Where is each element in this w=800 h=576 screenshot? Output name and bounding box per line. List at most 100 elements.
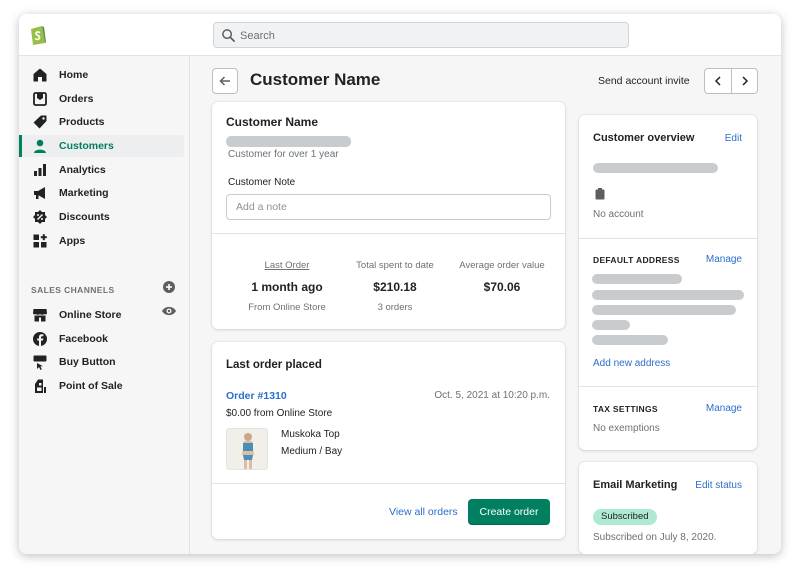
arrow-left-icon (219, 76, 230, 86)
point-of-sale-icon (35, 379, 46, 393)
customer-name: Customer Name (226, 115, 319, 129)
customer-overview-title: Customer overview (593, 132, 695, 144)
address-line-placeholder (592, 305, 736, 315)
last-order-link[interactable]: Last Order (232, 260, 342, 271)
customer-pager (704, 68, 758, 94)
divider (212, 233, 565, 234)
sidebar-item-home[interactable]: Home (19, 64, 184, 86)
edit-overview-link[interactable]: Edit (725, 133, 742, 144)
view-all-orders-link[interactable]: View all orders (389, 506, 458, 518)
sidebar-item-analytics[interactable]: Analytics (19, 159, 184, 181)
top-bar (19, 14, 781, 56)
address-line-placeholder (592, 274, 682, 284)
back-button[interactable] (212, 68, 238, 94)
app-window: Home Orders Products Customers Analytics… (19, 14, 781, 554)
sidebar-item-products[interactable]: Products (19, 111, 184, 133)
tax-exemptions: No exemptions (593, 423, 660, 434)
average-order-label: Average order value (459, 260, 545, 271)
sidebar-item-buy-button[interactable]: Buy Button (19, 351, 184, 373)
last-order-card: Last order placed Order #1310 Oct. 5, 20… (212, 342, 565, 539)
megaphone-icon (34, 187, 45, 199)
chevron-left-icon (714, 76, 721, 86)
sidebar-item-label: Online Store (59, 309, 122, 321)
product-variant: Medium / Bay (281, 446, 343, 457)
sidebar-item-label: Customers (59, 140, 114, 152)
order-number-link[interactable]: Order #1310 (226, 390, 287, 402)
divider (579, 238, 757, 239)
subscribed-date: Subscribed on July 8, 2020. (593, 532, 717, 543)
average-order-value: $70.06 (483, 280, 521, 294)
order-count: 3 orders (377, 302, 413, 313)
sidebar: Home Orders Products Customers Analytics… (19, 56, 190, 554)
shopify-logo-icon[interactable] (29, 24, 47, 46)
sidebar-item-online-store[interactable]: Online Store (19, 304, 184, 326)
search-bar[interactable] (213, 22, 629, 48)
sidebar-item-label: Home (59, 69, 89, 81)
total-spent-label: Total spent to date (356, 260, 434, 271)
overview-email-placeholder (593, 163, 718, 173)
customer-note-input[interactable] (226, 194, 551, 220)
sidebar-item-point-of-sale[interactable]: Point of Sale (19, 375, 184, 397)
sales-channels-heading: SALES CHANNELS (31, 285, 115, 295)
next-customer-button[interactable] (732, 69, 758, 93)
customer-note-label: Customer Note (228, 177, 296, 188)
order-date: Oct. 5, 2021 at 10:20 p.m. (434, 390, 550, 401)
store-icon (33, 309, 47, 322)
search-input[interactable] (240, 27, 610, 45)
sidebar-item-label: Discounts (59, 211, 110, 223)
send-account-invite-button[interactable]: Send account invite (598, 75, 690, 87)
main-content: Customer Name Send account invite Custom… (191, 56, 781, 554)
divider (579, 386, 757, 387)
customer-overview-card: Customer overview Edit No account DEFAUL… (579, 115, 757, 450)
email-marketing-title: Email Marketing (593, 479, 678, 491)
divider (212, 483, 565, 484)
facebook-icon (33, 332, 47, 346)
address-line-placeholder (592, 335, 668, 345)
sidebar-item-label: Buy Button (59, 356, 116, 368)
create-order-button[interactable]: Create order (468, 499, 550, 525)
sidebar-item-label: Point of Sale (59, 380, 123, 392)
orders-icon (33, 92, 47, 106)
total-spent-value: $210.18 (373, 280, 417, 294)
sidebar-item-customers[interactable]: Customers (19, 135, 184, 157)
address-line-placeholder (592, 320, 630, 330)
address-line-placeholder (592, 290, 744, 300)
sidebar-item-facebook[interactable]: Facebook (19, 328, 184, 350)
page-title: Customer Name (250, 70, 381, 89)
sidebar-item-label: Analytics (59, 164, 106, 176)
add-new-address-link[interactable]: Add new address (593, 358, 670, 369)
last-order-value: 1 month ago (251, 280, 323, 294)
sidebar-item-marketing[interactable]: Marketing (19, 182, 184, 204)
add-channel-icon[interactable] (162, 280, 176, 294)
previous-customer-button[interactable] (705, 69, 731, 93)
search-icon (222, 29, 235, 42)
sidebar-item-discounts[interactable]: Discounts (19, 206, 184, 228)
sidebar-item-apps[interactable]: Apps (19, 230, 184, 252)
sidebar-item-label: Apps (59, 235, 86, 247)
sidebar-item-orders[interactable]: Orders (19, 88, 184, 110)
last-order-title: Last order placed (226, 359, 322, 371)
subscribed-badge: Subscribed (593, 509, 657, 525)
last-order-source: From Online Store (248, 302, 326, 313)
no-account-text: No account (593, 209, 644, 220)
email-marketing-card: Email Marketing Edit status Subscribed S… (579, 462, 757, 554)
manage-address-link[interactable]: Manage (706, 254, 742, 265)
chevron-right-icon (742, 76, 749, 86)
home-icon (33, 68, 47, 82)
sidebar-item-label: Marketing (59, 187, 109, 199)
tag-icon (33, 115, 47, 129)
buy-button-icon (33, 355, 47, 370)
customer-card: Customer Name Customer for over 1 year C… (212, 102, 565, 329)
tax-settings-heading: TAX SETTINGS (593, 404, 658, 414)
manage-tax-link[interactable]: Manage (706, 403, 742, 414)
sidebar-item-label: Orders (59, 93, 94, 105)
discount-icon (33, 210, 47, 224)
product-thumbnail[interactable] (226, 428, 268, 470)
customer-email-placeholder (226, 136, 351, 147)
eye-icon[interactable] (161, 304, 177, 318)
product-name: Muskoka Top (281, 429, 340, 440)
sidebar-item-label: Products (59, 116, 105, 128)
edit-status-link[interactable]: Edit status (695, 480, 742, 491)
customer-since: Customer for over 1 year (228, 149, 339, 160)
person-icon (34, 139, 46, 153)
